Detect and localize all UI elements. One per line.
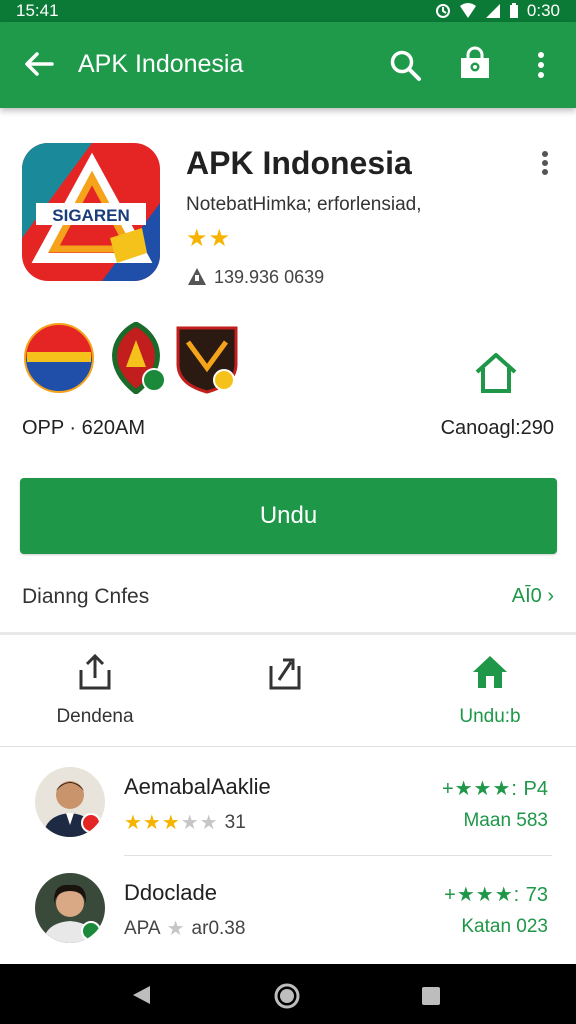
wifi-icon xyxy=(459,3,476,18)
header-overflow-icon[interactable] xyxy=(535,150,555,176)
avatar xyxy=(35,767,105,837)
divider xyxy=(0,746,576,747)
share-icon xyxy=(79,653,111,690)
back-arrow-icon[interactable] xyxy=(22,47,56,81)
home-icon[interactable] xyxy=(473,350,519,396)
review-meta: Maan 583 xyxy=(463,810,548,831)
store-icon[interactable] xyxy=(457,46,493,82)
partner-logo-2 xyxy=(112,322,166,394)
reviewer-name: AemabalAaklie xyxy=(124,774,271,799)
review-count: 31 xyxy=(224,811,246,833)
divider xyxy=(0,632,576,635)
app-icon: SIGAREN xyxy=(22,143,160,281)
overflow-menu-icon[interactable] xyxy=(528,48,554,82)
divider xyxy=(124,855,552,856)
search-icon[interactable] xyxy=(388,48,422,82)
share-action-label: Dendena xyxy=(56,706,134,727)
avatar xyxy=(35,873,105,943)
review-stars-filled: ★★★ xyxy=(124,812,181,834)
review-rating-prefix: APA xyxy=(124,917,161,939)
review-score: 73 xyxy=(525,884,548,906)
review-score-stars: +★★★: xyxy=(441,778,518,800)
review-score: P4 xyxy=(523,778,548,800)
chevron-right-icon: › xyxy=(547,585,554,607)
review-stars-empty: ★★ xyxy=(180,812,219,834)
battery-icon xyxy=(509,3,518,18)
reviewer-name: Ddoclade xyxy=(124,880,217,905)
nav-home-icon[interactable] xyxy=(273,982,301,1010)
home-filled-icon xyxy=(473,656,507,688)
section-more-link[interactable]: AĪ0 › xyxy=(512,585,554,608)
section-more-text: AĪ0 xyxy=(511,585,542,607)
review-item[interactable]: Ddoclade APA ★ ar0.38 +★★★: 73 Katan 023 xyxy=(0,868,576,968)
share-action[interactable]: Dendena xyxy=(40,652,150,728)
review-score-stars: +★★★: xyxy=(444,884,521,906)
install-button[interactable]: Undu xyxy=(20,478,557,554)
download-count: 139.936 0639 xyxy=(214,266,325,287)
appbar-title: APK Indonesia xyxy=(78,50,244,78)
home-action[interactable]: Undu:b xyxy=(440,652,540,728)
status-left-text: 15:41 xyxy=(16,1,59,20)
app-icon-label: SIGAREN xyxy=(52,206,129,225)
home-action-label: Undu:b xyxy=(459,706,521,727)
partner-logo-3 xyxy=(176,326,238,394)
status-bar: 15:41 0:30 xyxy=(0,0,576,22)
app-rating-stars: ★★ xyxy=(186,225,232,252)
system-nav-bar xyxy=(0,964,576,1024)
section-row[interactable]: Dianng Cnfes AĪ0 › xyxy=(0,570,576,625)
app-subtitle: NotebatHimka; erforlensiad, xyxy=(186,194,422,215)
review-count: ar0.38 xyxy=(191,917,246,939)
app-title: APK Indonesia xyxy=(186,145,412,181)
signal-icon xyxy=(485,4,500,18)
app-bar: APK Indonesia xyxy=(0,22,576,108)
review-stars-empty: ★ xyxy=(166,918,186,940)
app-info-right: Canoagl:290 xyxy=(440,417,554,439)
app-downloads: 139.936 0639 xyxy=(186,266,324,288)
status-time: 0:30 xyxy=(526,1,560,20)
app-info-left: OPP · 620AM xyxy=(22,417,146,439)
review-meta: Katan 023 xyxy=(461,916,548,937)
alarm-icon xyxy=(435,4,450,18)
nav-recent-icon[interactable] xyxy=(421,986,441,1006)
nav-back-icon[interactable] xyxy=(130,984,152,1006)
download-count-icon xyxy=(188,268,206,285)
section-label: Dianng Cnfes xyxy=(22,585,150,608)
export-action[interactable] xyxy=(245,652,325,706)
review-item[interactable]: AemabalAaklie ★★★★★ 31 +★★★: P4 Maan 583 xyxy=(0,762,576,862)
export-icon xyxy=(269,658,301,690)
partner-logo-1 xyxy=(24,323,94,393)
